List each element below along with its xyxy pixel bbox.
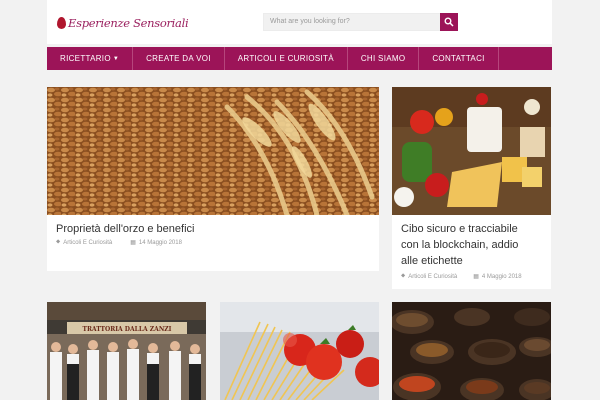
search-input[interactable]: What are you looking for?	[263, 13, 441, 31]
post-card[interactable]: Proprietà dell'orzo e benefici ⬥ Articol…	[47, 87, 379, 271]
staff-image: TRATTORIA DALLA ZANZI	[47, 302, 206, 400]
search-button[interactable]	[440, 13, 458, 31]
post-card[interactable]: TRATTORIA DALLA ZANZI	[47, 302, 206, 400]
tag-icon: ⬥	[56, 239, 61, 245]
calendar-icon: ▦	[130, 240, 136, 246]
post-title-line: con la blockchain, addio	[401, 239, 519, 251]
tag-icon: ⬥	[401, 273, 406, 279]
main-nav: RICETTARIO ▼ CREATE DA VOI ARTICOLI E CU…	[47, 47, 552, 70]
nav-item-label: CHI SIAMO	[360, 54, 406, 63]
nav-item-contattaci[interactable]: CONTATTACI	[419, 47, 499, 70]
logo-text: Esperienze Sensoriali	[68, 16, 189, 30]
post-title-line: alle etichette	[401, 255, 463, 267]
search-icon	[444, 17, 454, 27]
strawberry-icon	[57, 17, 66, 29]
nav-item-label: ARTICOLI E CURIOSITÀ	[237, 54, 334, 63]
site-logo[interactable]: Esperienze Sensoriali	[57, 14, 189, 32]
post-title[interactable]: Cibo sicuro e tracciabile con la blockch…	[401, 221, 518, 269]
post-image-staff[interactable]: TRATTORIA DALLA ZANZI	[47, 302, 206, 400]
post-title-line: Cibo sicuro e tracciabile	[401, 223, 518, 235]
nav-item-label: CREATE DA VOI	[146, 54, 211, 63]
pasta-image	[220, 302, 379, 400]
post-category[interactable]: Articoli E Curiosità	[63, 240, 112, 246]
chevron-down-icon: ▼	[112, 55, 120, 62]
post-card[interactable]: Cibo sicuro e tracciabile con la blockch…	[392, 87, 551, 289]
post-meta: ⬥ Articoli E Curiosità ▦ 14 Maggio 2018	[56, 239, 182, 246]
post-meta: ⬥ Articoli E Curiosità ▦ 4 Maggio 2018	[401, 273, 522, 280]
nav-item-ricettario[interactable]: RICETTARIO ▼	[47, 47, 134, 70]
grain-image	[47, 87, 379, 215]
food-image	[392, 87, 551, 215]
post-category[interactable]: Articoli E Curiosità	[408, 274, 457, 280]
post-card[interactable]	[220, 302, 379, 400]
nav-item-label: RICETTARIO	[60, 54, 111, 63]
post-date: 4 Maggio 2018	[481, 273, 522, 280]
post-image-grain[interactable]	[47, 87, 379, 215]
post-title[interactable]: Proprietà dell'orzo e benefici	[56, 221, 194, 237]
post-card[interactable]	[392, 302, 551, 400]
svg-text:TRATTORIA DALLA ZANZI: TRATTORIA DALLA ZANZI	[82, 326, 171, 333]
spices-image	[392, 302, 551, 400]
post-image-spices[interactable]	[392, 302, 551, 400]
post-image-food[interactable]	[392, 87, 551, 215]
nav-item-chi-siamo[interactable]: CHI SIAMO	[348, 47, 420, 70]
nav-item-create-da-voi[interactable]: CREATE DA VOI	[133, 47, 225, 70]
calendar-icon: ▦	[473, 274, 479, 280]
nav-item-label: CONTATTACI	[432, 54, 485, 63]
nav-item-articoli[interactable]: ARTICOLI E CURIOSITÀ	[225, 47, 348, 70]
post-date: 14 Maggio 2018	[138, 239, 182, 246]
post-image-pasta[interactable]	[220, 302, 379, 400]
site-header: Esperienze Sensoriali What are you looki…	[47, 0, 552, 44]
